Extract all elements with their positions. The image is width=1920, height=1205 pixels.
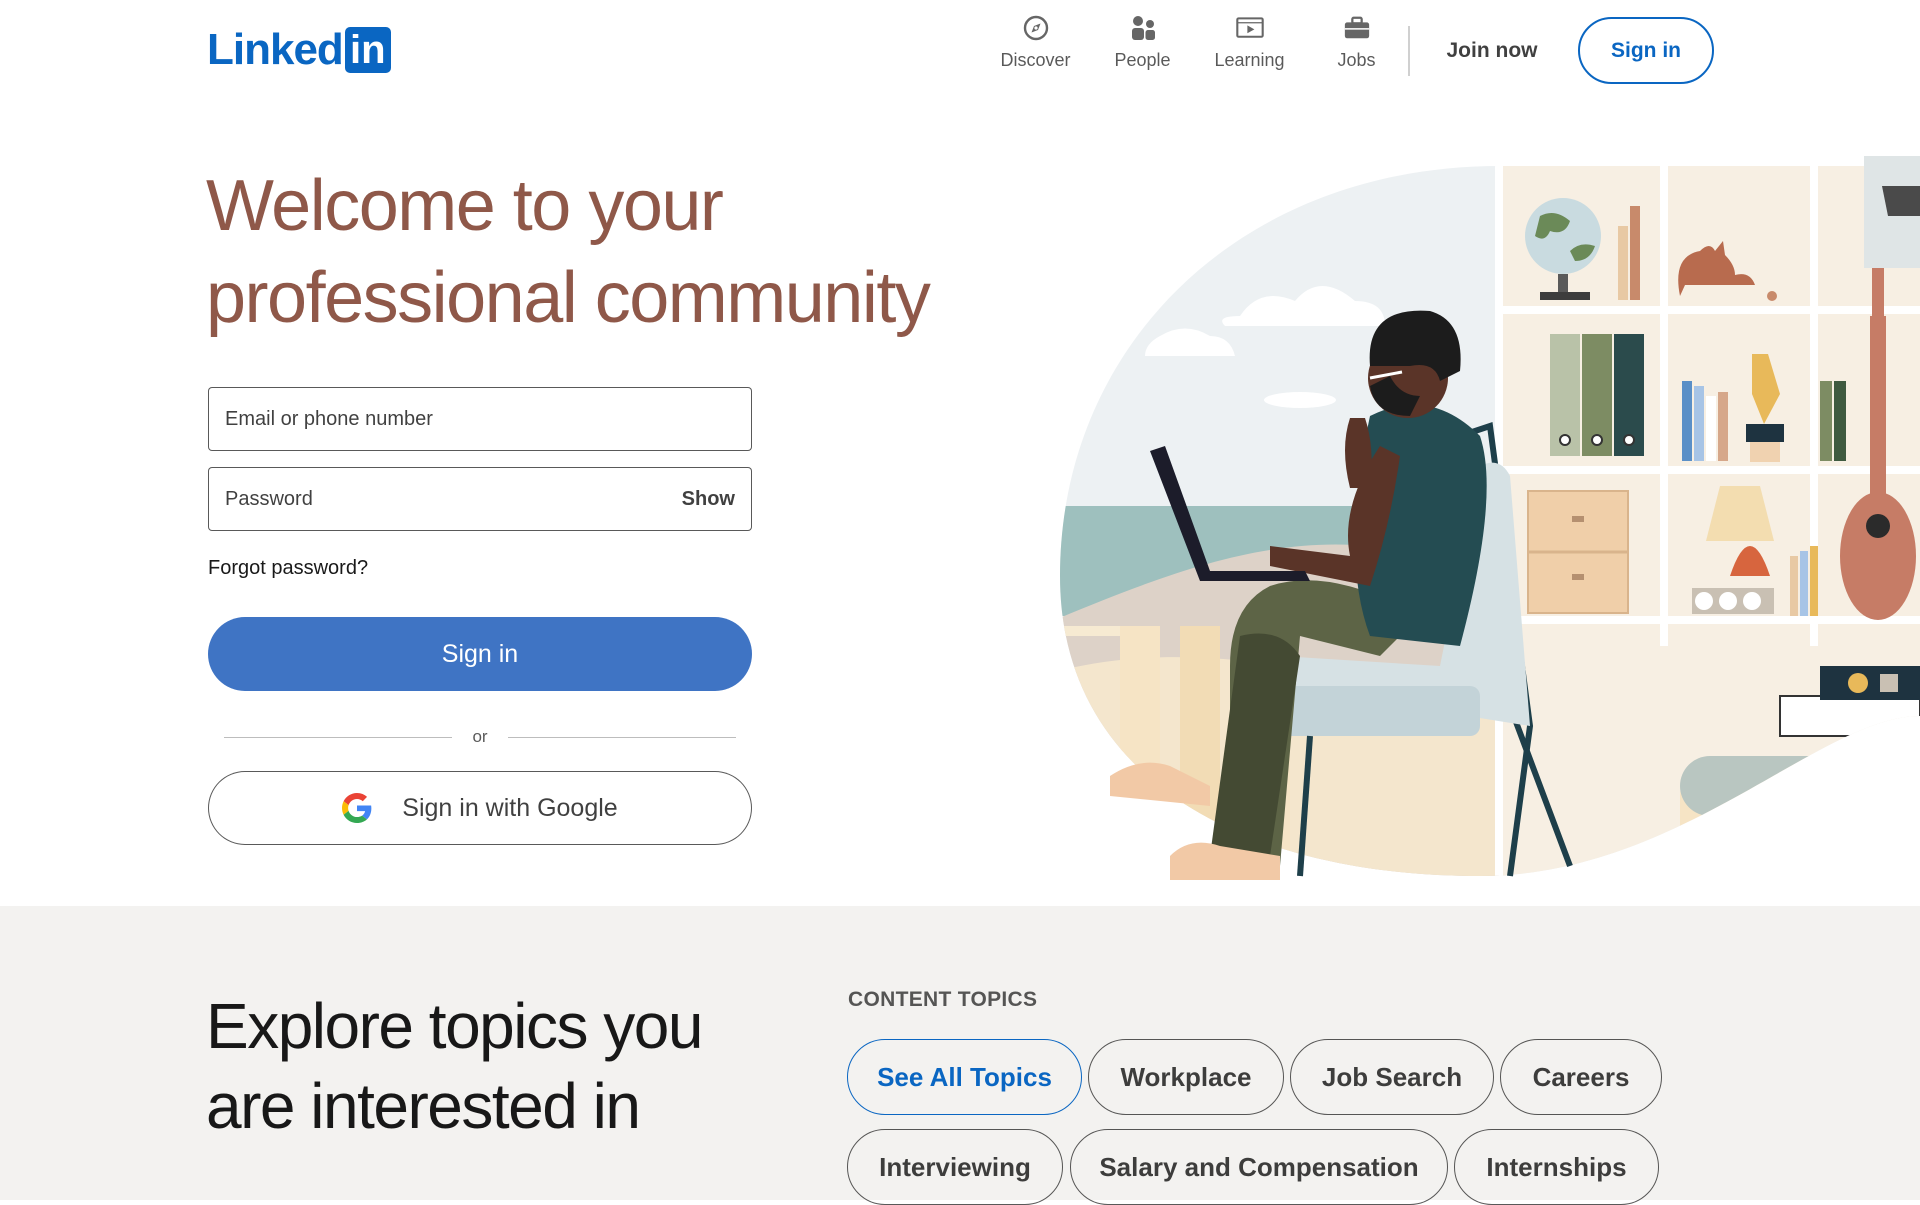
logo-in-box: in xyxy=(344,27,391,73)
nav-discover-label: Discover xyxy=(1000,50,1071,70)
hero-title-line-1: Welcome to your xyxy=(206,166,724,246)
hero-title-line-2: professional community xyxy=(206,258,931,338)
divider-line-right xyxy=(507,736,736,738)
explore-section: Explore topics you are interested in CON… xyxy=(0,906,1920,1205)
topic-pill-internships[interactable]: Internships xyxy=(1454,1129,1659,1205)
nav-divider xyxy=(1408,26,1410,76)
topic-pill-workplace[interactable]: Workplace xyxy=(1088,1039,1284,1115)
password-input[interactable] xyxy=(225,487,674,511)
nav-jobs[interactable]: Jobs xyxy=(1303,12,1410,76)
topic-pill-salary-and-compensation[interactable]: Salary and Compensation xyxy=(1070,1129,1448,1205)
nav-people-label: People xyxy=(1114,50,1171,70)
password-field[interactable]: Show xyxy=(208,467,752,531)
hero-illustration xyxy=(1040,156,1920,880)
nav-discover[interactable]: Discover xyxy=(982,12,1089,76)
header: Linked in Discover People Learning Jobs … xyxy=(0,0,1920,100)
or-divider: or xyxy=(224,724,736,750)
person-with-laptop-illustration xyxy=(1060,156,1920,880)
nav-learning-label: Learning xyxy=(1214,50,1285,70)
email-field[interactable] xyxy=(208,387,752,451)
google-g-icon xyxy=(342,793,372,823)
explore-title: Explore topics you are interested in xyxy=(206,986,766,1146)
explore-title-line-2: are interested in xyxy=(206,1070,641,1142)
topic-pill-careers[interactable]: Careers xyxy=(1500,1039,1662,1115)
linkedin-logo[interactable]: Linked in xyxy=(207,27,391,73)
divider-line-left xyxy=(224,736,453,738)
sign-in-button[interactable]: Sign in xyxy=(208,617,752,691)
compass-icon xyxy=(1022,14,1050,42)
play-screen-icon xyxy=(1235,14,1264,42)
topic-pill-job-search[interactable]: Job Search xyxy=(1290,1039,1494,1115)
google-sign-in-label: Sign in with Google xyxy=(402,793,618,822)
hero-title: Welcome to your professional community xyxy=(206,160,966,344)
nav-learning[interactable]: Learning xyxy=(1196,12,1303,76)
nav-people[interactable]: People xyxy=(1089,12,1196,76)
google-sign-in-button[interactable]: Sign in with Google xyxy=(208,771,752,845)
topic-pill-see-all[interactable]: See All Topics xyxy=(847,1039,1082,1115)
briefcase-icon xyxy=(1343,14,1371,42)
nav-jobs-label: Jobs xyxy=(1337,50,1376,70)
content-topics-heading: CONTENT TOPICS xyxy=(848,988,1038,1011)
top-nav: Discover People Learning Jobs xyxy=(982,12,1410,76)
or-label: or xyxy=(472,727,488,746)
forgot-password-link[interactable]: Forgot password? xyxy=(208,557,368,580)
email-input[interactable] xyxy=(225,407,735,431)
topic-pill-interviewing[interactable]: Interviewing xyxy=(847,1129,1063,1205)
join-now-button[interactable]: Join now xyxy=(1428,22,1556,80)
show-password-button[interactable]: Show xyxy=(682,488,735,511)
explore-title-line-1: Explore topics you xyxy=(206,990,703,1062)
header-sign-in-button[interactable]: Sign in xyxy=(1578,17,1714,84)
logo-wordmark: Linked xyxy=(207,25,344,74)
people-icon xyxy=(1129,14,1157,42)
